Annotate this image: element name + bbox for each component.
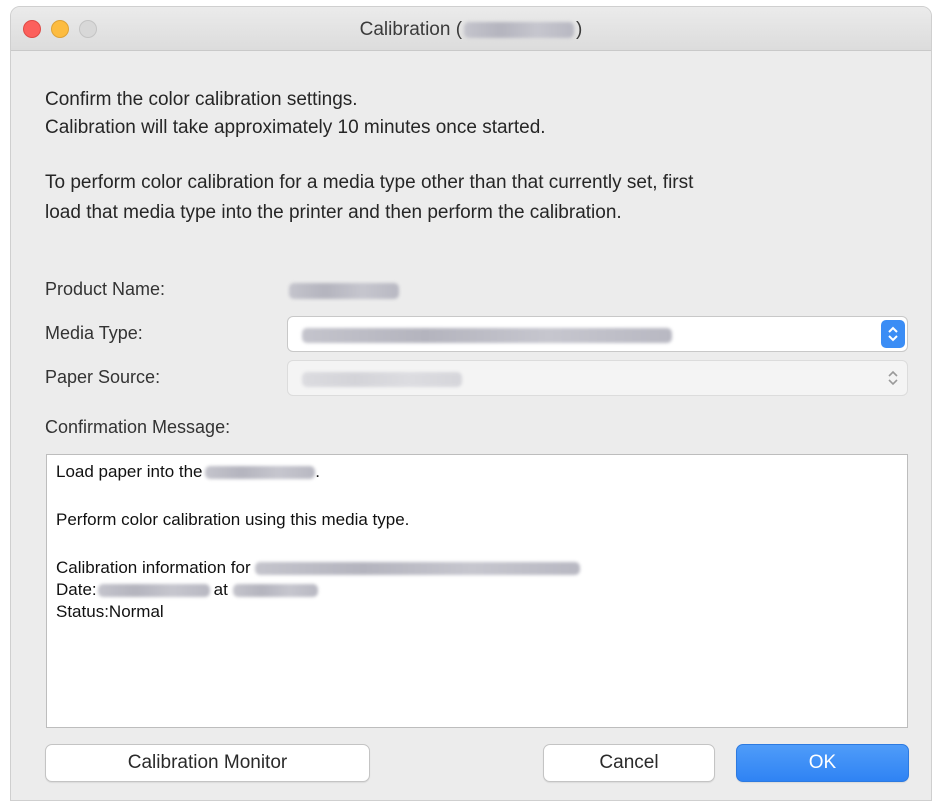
paper-source-value	[302, 372, 462, 387]
media-type-select[interactable]	[287, 316, 908, 352]
perform-line: Perform color calibration using this med…	[56, 510, 410, 529]
calibration-dialog: Calibration () Confirm the color calibra…	[10, 6, 932, 801]
title-bar[interactable]: Calibration ()	[11, 7, 931, 51]
redacted-printer-model	[464, 21, 575, 38]
cancel-button[interactable]: Cancel	[543, 744, 715, 782]
load-paper-line: Load paper into the .	[56, 461, 898, 483]
calibration-monitor-button[interactable]: Calibration Monitor	[45, 744, 370, 782]
product-name-label: Product Name:	[45, 279, 166, 299]
redacted-time	[232, 584, 318, 598]
intro-text-2: To perform color calibration for a media…	[45, 168, 693, 228]
confirmation-message-label: Confirmation Message:	[45, 417, 231, 437]
intro-line-3: To perform color calibration for a media…	[45, 172, 694, 193]
window-title-suffix: )	[576, 19, 583, 40]
load-paper-suffix: .	[315, 462, 320, 481]
calibration-info-line: Calibration information for	[56, 557, 898, 579]
paper-source-label: Paper Source:	[45, 367, 161, 387]
date-line: Date: at	[56, 579, 898, 601]
ok-button[interactable]: OK	[736, 744, 909, 782]
chevron-updown-icon[interactable]	[881, 320, 905, 348]
date-at: at	[213, 580, 228, 599]
redacted-media-type	[255, 562, 581, 576]
calibration-info-prefix: Calibration information for	[56, 558, 251, 577]
load-paper-prefix: Load paper into the	[56, 462, 203, 481]
chevron-updown-icon	[881, 364, 905, 392]
paper-source-select[interactable]	[287, 360, 908, 396]
status-line: Status:Normal	[56, 602, 164, 621]
window-title-prefix: Calibration (	[359, 19, 463, 40]
intro-line-2: Calibration will take approximately 10 m…	[45, 117, 546, 138]
redacted-paper-source	[205, 466, 316, 480]
date-label: Date:	[56, 580, 97, 599]
intro-text: Confirm the color calibration settings. …	[45, 86, 546, 142]
confirmation-message-box[interactable]: Load paper into the . Perform color cali…	[46, 454, 908, 728]
media-type-label: Media Type:	[45, 323, 143, 343]
intro-line-1: Confirm the color calibration settings.	[45, 89, 358, 110]
media-type-value	[302, 328, 672, 343]
product-name-value	[289, 283, 399, 299]
intro-line-4: load that media type into the printer an…	[45, 202, 622, 223]
window-title: Calibration ()	[11, 19, 931, 41]
redacted-date	[97, 584, 210, 598]
